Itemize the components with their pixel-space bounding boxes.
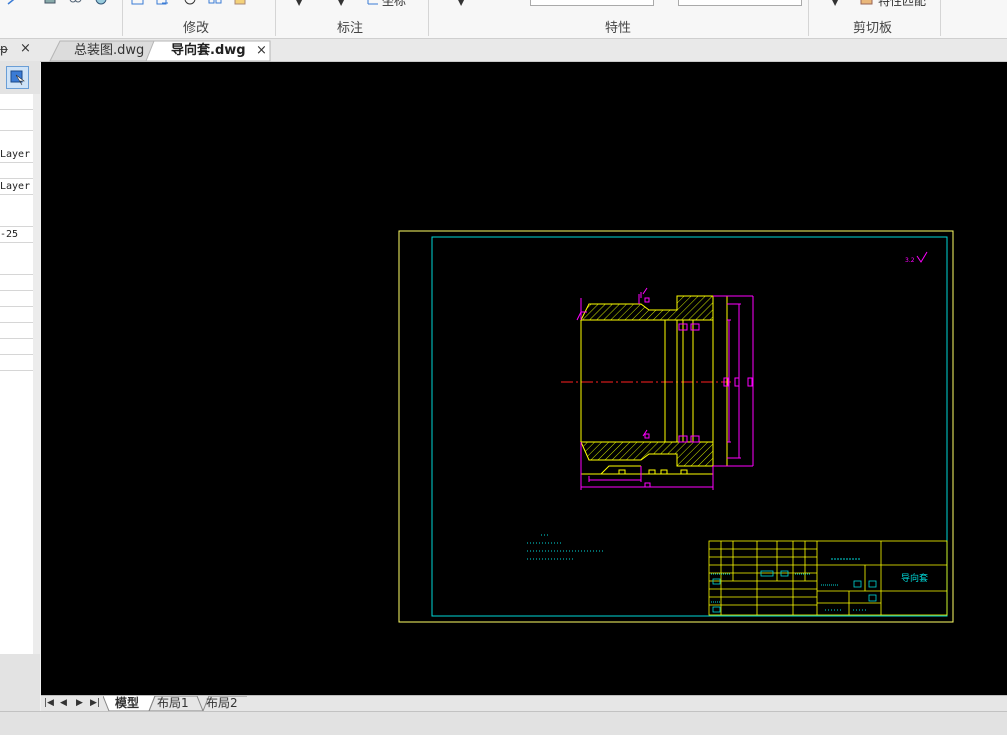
layout-tab-layout1[interactable]: 布局1 [157, 695, 189, 711]
match-properties-icon[interactable] [860, 0, 874, 6]
next-layout-icon[interactable]: ▶ [76, 695, 83, 711]
select-objects-icon [10, 70, 25, 86]
upper-wall [580, 295, 714, 321]
property-row[interactable] [0, 355, 33, 371]
sheet-outer-frame [398, 230, 954, 623]
title-block-part-name: 导向套 [901, 572, 928, 584]
property-row[interactable] [0, 259, 33, 275]
group-label-modify: 修改 [183, 21, 210, 36]
match-properties-label[interactable]: 特性匹配 [878, 0, 926, 9]
ribbon: 修改 ▼ ▼ 坐标 标注 ▼ 特性 ▼ 特性匹配 剪切板 [0, 0, 1007, 39]
coordinate-icon[interactable] [366, 0, 380, 6]
separator [940, 0, 941, 36]
rotate-icon[interactable] [183, 0, 197, 6]
separator [428, 0, 429, 36]
panel-scrollbar[interactable] [33, 94, 40, 654]
property-row[interactable] [0, 211, 33, 227]
group-label-properties: 特性 [605, 21, 632, 36]
scale-icon[interactable] [131, 0, 145, 6]
doc-tab-assembly[interactable]: 总装图.dwg [74, 41, 144, 61]
leader-dropdown-arrow[interactable]: ▼ [338, 0, 344, 7]
panel-pin-icon[interactable]: ᵽ [0, 42, 8, 56]
roughness-symbol: 3.2 [905, 251, 928, 264]
property-row[interactable] [0, 115, 33, 131]
properties-list: Layer Layer -25 [0, 94, 34, 654]
layout-tab-bar: |◀ ◀ ▶ ▶| 模型 布局1 布局2 [41, 695, 1007, 712]
mirror-icon[interactable] [94, 0, 108, 6]
linetype-combo[interactable] [678, 0, 802, 6]
drawing-svg: 3.2 导向套 [398, 230, 954, 623]
part-section-view [561, 295, 731, 475]
color-combo[interactable] [530, 0, 654, 6]
last-layout-icon[interactable]: ▶| [90, 695, 100, 711]
tab-close-icon[interactable]: × [256, 41, 267, 61]
status-bar [0, 711, 1007, 735]
prev-layout-icon[interactable]: ◀ [60, 695, 67, 711]
property-row[interactable]: Layer [0, 147, 33, 163]
edit-icon[interactable] [234, 0, 248, 6]
properties-panel: Layer Layer -25 [0, 61, 40, 711]
title-block-text [711, 558, 867, 611]
first-layout-icon[interactable]: |◀ [44, 695, 54, 711]
copy-icon[interactable] [68, 0, 82, 6]
move-icon[interactable] [43, 0, 57, 6]
property-row[interactable] [0, 163, 33, 179]
layout-tab-model[interactable]: 模型 [115, 695, 139, 711]
select-objects-button[interactable] [6, 66, 29, 89]
drawing-canvas[interactable]: 3.2 导向套 [41, 62, 1007, 695]
coordinate-label[interactable]: 坐标 [382, 0, 406, 9]
layout-tab-layout2[interactable]: 布局2 [206, 695, 238, 711]
group-label-annotate: 标注 [337, 21, 364, 36]
panel-close-icon[interactable]: × [20, 41, 31, 56]
property-row[interactable] [0, 339, 33, 355]
paste-dropdown-arrow[interactable]: ▼ [832, 0, 838, 7]
property-row[interactable] [0, 307, 33, 323]
technical-notes [527, 534, 603, 560]
svg-text:3.2: 3.2 [905, 257, 915, 264]
property-row[interactable]: Layer [0, 179, 33, 195]
property-row[interactable]: -25 [0, 227, 33, 243]
separator [122, 0, 123, 36]
property-row[interactable] [0, 323, 33, 339]
draw-line-icon[interactable] [6, 0, 20, 6]
dimension-dropdown-arrow[interactable]: ▼ [296, 0, 302, 7]
separator [808, 0, 809, 36]
document-tab-bar: ᵽ × 总装图.dwg 导向套.dwg × [0, 39, 1007, 62]
layer-dropdown-arrow[interactable]: ▼ [458, 0, 464, 7]
array-icon[interactable] [208, 0, 222, 6]
doc-tab-guide-sleeve[interactable]: 导向套.dwg [171, 41, 246, 61]
stretch-icon[interactable] [156, 0, 170, 6]
separator [275, 0, 276, 36]
property-row[interactable] [0, 275, 33, 291]
lower-wall [580, 441, 714, 467]
property-row[interactable] [0, 94, 33, 110]
sheet-border [431, 236, 948, 617]
property-row[interactable] [0, 291, 33, 307]
group-label-clipboard: 剪切板 [853, 21, 893, 36]
